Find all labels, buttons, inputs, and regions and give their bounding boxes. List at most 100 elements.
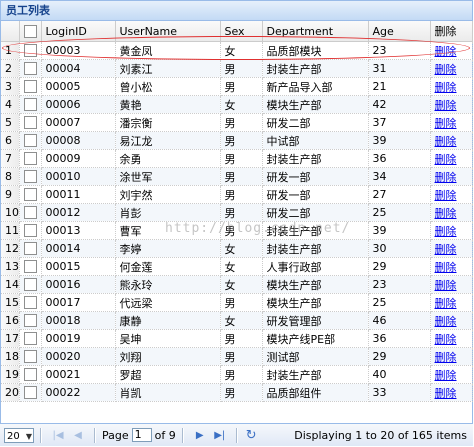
row-checkbox-cell[interactable] xyxy=(19,275,42,294)
row-checkbox-cell[interactable] xyxy=(19,383,42,402)
delete-link[interactable]: 删除 xyxy=(435,207,457,220)
row-checkbox[interactable] xyxy=(23,350,37,364)
table-row[interactable]: 4 00006 黄艳女模块生产部 42 删除 xyxy=(1,95,473,114)
table-row[interactable]: 13 00015 何金莲女人事行政部 29 删除 xyxy=(1,257,473,276)
row-checkbox-cell[interactable] xyxy=(19,203,42,222)
row-checkbox-cell[interactable] xyxy=(19,131,42,150)
row-checkbox-cell[interactable] xyxy=(19,221,42,240)
delete-link[interactable]: 删除 xyxy=(435,81,457,94)
row-checkbox[interactable] xyxy=(23,296,37,310)
page-size-select[interactable]: 20 ▼ xyxy=(4,427,34,443)
row-checkbox[interactable] xyxy=(23,152,37,166)
next-page-icon[interactable]: ▶ xyxy=(193,430,207,441)
first-page-icon[interactable]: |◀ xyxy=(51,430,65,441)
table-row[interactable]: 10 00012 肖彭男研发二部 25 删除 xyxy=(1,203,473,222)
row-checkbox-cell[interactable] xyxy=(19,293,42,312)
sex-cell: 女 xyxy=(220,275,263,294)
table-row[interactable]: 6 00008 易江龙男中试部 39 删除 xyxy=(1,131,473,150)
table-row[interactable]: 1 00003 黄金凤女品质部模块 23 删除 xyxy=(1,41,473,60)
pager-separator xyxy=(40,427,42,443)
table-row[interactable]: 17 00019 吴坤男模块产线PE部 36 删除 xyxy=(1,329,473,348)
delete-link[interactable]: 删除 xyxy=(435,387,457,400)
row-checkbox[interactable] xyxy=(23,224,37,238)
table-row[interactable]: 7 00009 余勇男封装生产部 36 删除 xyxy=(1,149,473,168)
row-checkbox-cell[interactable] xyxy=(19,41,42,60)
row-checkbox-cell[interactable] xyxy=(19,95,42,114)
page-number-input[interactable]: 1 xyxy=(131,428,152,442)
row-checkbox-cell[interactable] xyxy=(19,239,42,258)
select-all-header[interactable] xyxy=(19,21,42,42)
row-checkbox[interactable] xyxy=(23,278,37,292)
table-row[interactable]: 8 00010 涂世军男研发一部 34 删除 xyxy=(1,167,473,186)
delete-link[interactable]: 删除 xyxy=(435,279,457,292)
row-checkbox[interactable] xyxy=(23,116,37,130)
row-checkbox[interactable] xyxy=(23,134,37,148)
delete-link[interactable]: 删除 xyxy=(435,243,457,256)
table-row[interactable]: 5 00007 潘宗衡男研发二部 37 删除 xyxy=(1,113,473,132)
row-checkbox[interactable] xyxy=(23,80,37,94)
row-checkbox[interactable] xyxy=(23,242,37,256)
row-checkbox-cell[interactable] xyxy=(19,257,42,276)
refresh-icon[interactable]: ↻ xyxy=(246,428,257,443)
delete-link[interactable]: 删除 xyxy=(435,297,457,310)
row-checkbox[interactable] xyxy=(23,332,37,346)
row-checkbox-cell[interactable] xyxy=(19,77,42,96)
delete-link[interactable]: 删除 xyxy=(435,333,457,346)
row-checkbox[interactable] xyxy=(23,170,37,184)
delete-link[interactable]: 删除 xyxy=(435,225,457,238)
delete-link[interactable]: 删除 xyxy=(435,189,457,202)
table-row[interactable]: 3 00005 曾小松男新产品导入部 21 删除 xyxy=(1,77,473,96)
row-checkbox-cell[interactable] xyxy=(19,365,42,384)
table-row[interactable]: 18 00020 刘翔男测试部 29 删除 xyxy=(1,347,473,366)
row-checkbox[interactable] xyxy=(23,188,37,202)
row-checkbox[interactable] xyxy=(23,368,37,382)
table-row[interactable]: 19 00021 罗超男封装生产部 40 删除 xyxy=(1,365,473,384)
row-checkbox-cell[interactable] xyxy=(19,311,42,330)
delete-link[interactable]: 删除 xyxy=(435,369,457,382)
table-row[interactable]: 9 00011 刘宇然男研发一部 27 删除 xyxy=(1,185,473,204)
column-header-department[interactable]: Department xyxy=(262,21,369,42)
column-header-loginid[interactable]: LoginID xyxy=(41,21,116,42)
row-checkbox-cell[interactable] xyxy=(19,113,42,132)
column-header-username[interactable]: UserName xyxy=(115,21,221,42)
row-checkbox[interactable] xyxy=(23,206,37,220)
username-cell: 代远梁 xyxy=(115,293,221,312)
delete-link[interactable]: 删除 xyxy=(435,171,457,184)
row-checkbox[interactable] xyxy=(23,62,37,76)
table-row[interactable]: 16 00018 康静女研发管理部 46 删除 xyxy=(1,311,473,330)
row-checkbox[interactable] xyxy=(23,98,37,112)
prev-page-icon[interactable]: ◀ xyxy=(71,430,85,441)
delete-link[interactable]: 删除 xyxy=(435,45,457,58)
table-row[interactable]: 14 00016 熊永玲女模块生产部 23 删除 xyxy=(1,275,473,294)
column-header-age[interactable]: Age xyxy=(368,21,431,42)
row-checkbox-cell[interactable] xyxy=(19,149,42,168)
table-row[interactable]: 11 00013 曹军男封装生产部 39 删除 xyxy=(1,221,473,240)
row-checkbox[interactable] xyxy=(23,44,37,58)
username-cell: 黄金凤 xyxy=(115,41,221,60)
row-checkbox-cell[interactable] xyxy=(19,59,42,78)
select-all-checkbox[interactable] xyxy=(23,24,37,38)
row-checkbox-cell[interactable] xyxy=(19,167,42,186)
delete-link[interactable]: 删除 xyxy=(435,261,457,274)
table-row[interactable]: 2 00004 刘素江男封装生产部 31 删除 xyxy=(1,59,473,78)
delete-link[interactable]: 删除 xyxy=(435,315,457,328)
delete-link[interactable]: 删除 xyxy=(435,117,457,130)
delete-link[interactable]: 删除 xyxy=(435,63,457,76)
row-checkbox-cell[interactable] xyxy=(19,329,42,348)
delete-link[interactable]: 删除 xyxy=(435,351,457,364)
row-checkbox-cell[interactable] xyxy=(19,185,42,204)
username-cell: 涂世军 xyxy=(115,167,221,186)
column-header-delete[interactable]: 删除 xyxy=(430,21,473,42)
row-checkbox[interactable] xyxy=(23,260,37,274)
delete-link[interactable]: 删除 xyxy=(435,135,457,148)
row-checkbox[interactable] xyxy=(23,314,37,328)
row-checkbox[interactable] xyxy=(23,386,37,400)
table-row[interactable]: 20 00022 肖凯男品质部组件 33 删除 xyxy=(1,383,473,402)
delete-link[interactable]: 删除 xyxy=(435,99,457,112)
table-row[interactable]: 15 00017 代远梁男模块生产部 25 删除 xyxy=(1,293,473,312)
column-header-sex[interactable]: Sex xyxy=(220,21,263,42)
delete-link[interactable]: 删除 xyxy=(435,153,457,166)
table-row[interactable]: 12 00014 李婷女封装生产部 30 删除 xyxy=(1,239,473,258)
row-checkbox-cell[interactable] xyxy=(19,347,42,366)
last-page-icon[interactable]: ▶| xyxy=(213,430,227,441)
